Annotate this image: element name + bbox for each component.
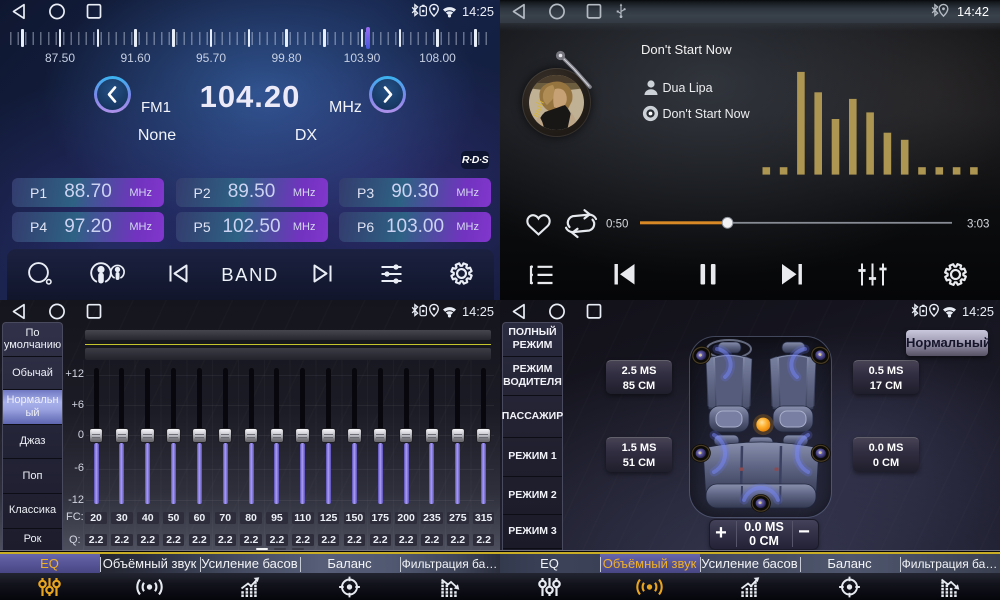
svg-text:14:25: 14:25 — [462, 304, 494, 319]
svg-text:0:50: 0:50 — [606, 219, 628, 231]
svg-text:14:25: 14:25 — [462, 4, 494, 19]
svg-text:14:25: 14:25 — [962, 304, 994, 319]
svg-text:3:03: 3:03 — [967, 219, 989, 231]
svg-text:BAND: BAND — [221, 264, 278, 285]
